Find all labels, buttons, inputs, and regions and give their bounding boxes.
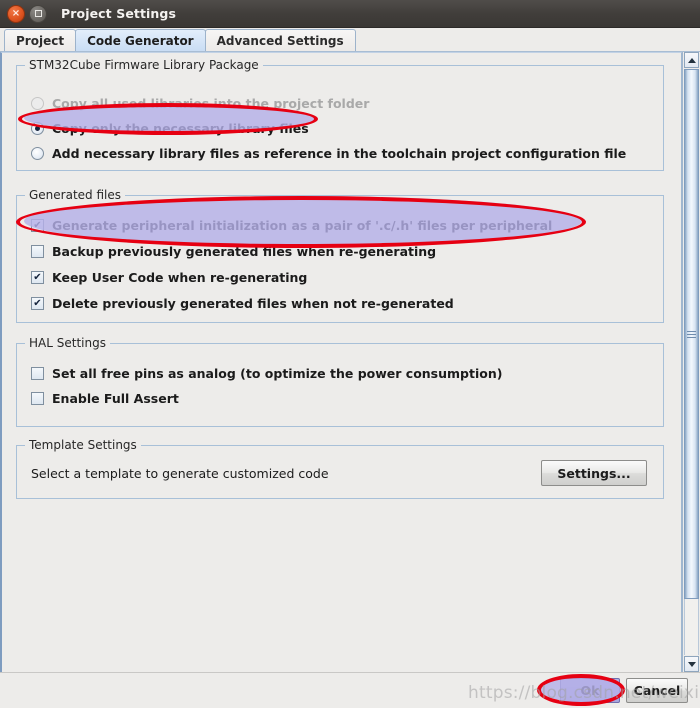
group-generated-files-title: Generated files (25, 188, 126, 202)
window-maximize-icon[interactable] (29, 4, 47, 23)
checkbox-row-delete-previously-generated[interactable]: Delete previously generated files when n… (31, 296, 454, 311)
checkbox-set-free-pins-analog-label: Set all free pins as analog (to optimize… (52, 366, 503, 381)
code-generator-panel: STM32Cube Firmware Library Package Copy … (0, 52, 682, 672)
checkbox-set-free-pins-analog-icon[interactable] (31, 367, 44, 380)
checkbox-delete-previously-generated-label: Delete previously generated files when n… (52, 296, 454, 311)
checkbox-backup-previously-generated-label: Backup previously generated files when r… (52, 244, 437, 259)
radio-copy-necessary-files-icon[interactable] (31, 122, 44, 135)
scroll-down-arrow-icon[interactable] (684, 656, 699, 672)
checkbox-row-generate-peripheral-init[interactable]: Generate peripheral initialization as a … (31, 218, 552, 233)
checkbox-keep-user-code-icon[interactable] (31, 271, 44, 284)
radio-copy-all-libraries-icon[interactable] (31, 97, 44, 110)
group-generated-files: Generated files Generate peripheral init… (16, 188, 664, 323)
checkbox-row-backup-previously-generated[interactable]: Backup previously generated files when r… (31, 244, 436, 259)
tab-project[interactable]: Project (4, 29, 77, 51)
checkbox-generate-peripheral-init-label: Generate peripheral initialization as a … (52, 218, 553, 233)
scroll-up-arrow-icon[interactable] (684, 52, 699, 68)
radio-row-add-as-reference[interactable]: Add necessary library files as reference… (31, 146, 626, 161)
template-description: Select a template to generate customized… (31, 466, 329, 481)
radio-copy-all-libraries-label: Copy all used libraries into the project… (52, 96, 370, 111)
tab-bar: Project Code Generator Advanced Settings (0, 28, 700, 52)
group-hal-settings-title: HAL Settings (25, 336, 110, 350)
radio-add-as-reference-icon[interactable] (31, 147, 44, 160)
vertical-scrollbar[interactable] (682, 52, 700, 672)
title-bar: × Project Settings (0, 0, 700, 28)
project-settings-dialog: × Project Settings Project Code Generato… (0, 0, 700, 708)
checkbox-delete-previously-generated-icon[interactable] (31, 297, 44, 310)
template-description-label: Select a template to generate customized… (31, 466, 329, 481)
scrollbar-grip-icon (687, 329, 696, 340)
radio-add-as-reference-label: Add necessary library files as reference… (52, 146, 627, 161)
group-template-settings-title: Template Settings (25, 438, 141, 452)
dialog-button-bar: Ok Cancel (0, 672, 700, 708)
checkbox-row-keep-user-code[interactable]: Keep User Code when re-generating (31, 270, 307, 285)
window-close-icon[interactable]: × (7, 4, 25, 23)
window-title: Project Settings (61, 6, 177, 21)
template-settings-button[interactable]: Settings... (541, 460, 647, 486)
checkbox-generate-peripheral-init-icon[interactable] (31, 219, 44, 232)
checkbox-keep-user-code-label: Keep User Code when re-generating (52, 270, 308, 285)
checkbox-enable-full-assert-icon[interactable] (31, 392, 44, 405)
tab-code-generator[interactable]: Code Generator (75, 29, 206, 51)
radio-row-copy-necessary-files[interactable]: Copy only the necessary library files (31, 121, 309, 136)
cancel-button[interactable]: Cancel (626, 678, 688, 703)
checkbox-row-enable-full-assert[interactable]: Enable Full Assert (31, 391, 179, 406)
scrollbar-thumb[interactable] (684, 69, 699, 599)
group-firmware-library-package-title: STM32Cube Firmware Library Package (25, 58, 263, 72)
checkbox-enable-full-assert-label: Enable Full Assert (52, 391, 179, 406)
radio-copy-necessary-files-label: Copy only the necessary library files (52, 121, 309, 136)
group-firmware-library-package: STM32Cube Firmware Library Package Copy … (16, 58, 664, 171)
checkbox-backup-previously-generated-icon[interactable] (31, 245, 44, 258)
group-template-settings: Template Settings Select a template to g… (16, 438, 664, 499)
group-hal-settings: HAL Settings Set all free pins as analog… (16, 336, 664, 427)
checkbox-row-set-free-pins-analog[interactable]: Set all free pins as analog (to optimize… (31, 366, 502, 381)
ok-button[interactable]: Ok (560, 678, 620, 703)
tab-advanced-settings[interactable]: Advanced Settings (204, 29, 356, 51)
radio-row-copy-all-libraries[interactable]: Copy all used libraries into the project… (31, 96, 369, 111)
